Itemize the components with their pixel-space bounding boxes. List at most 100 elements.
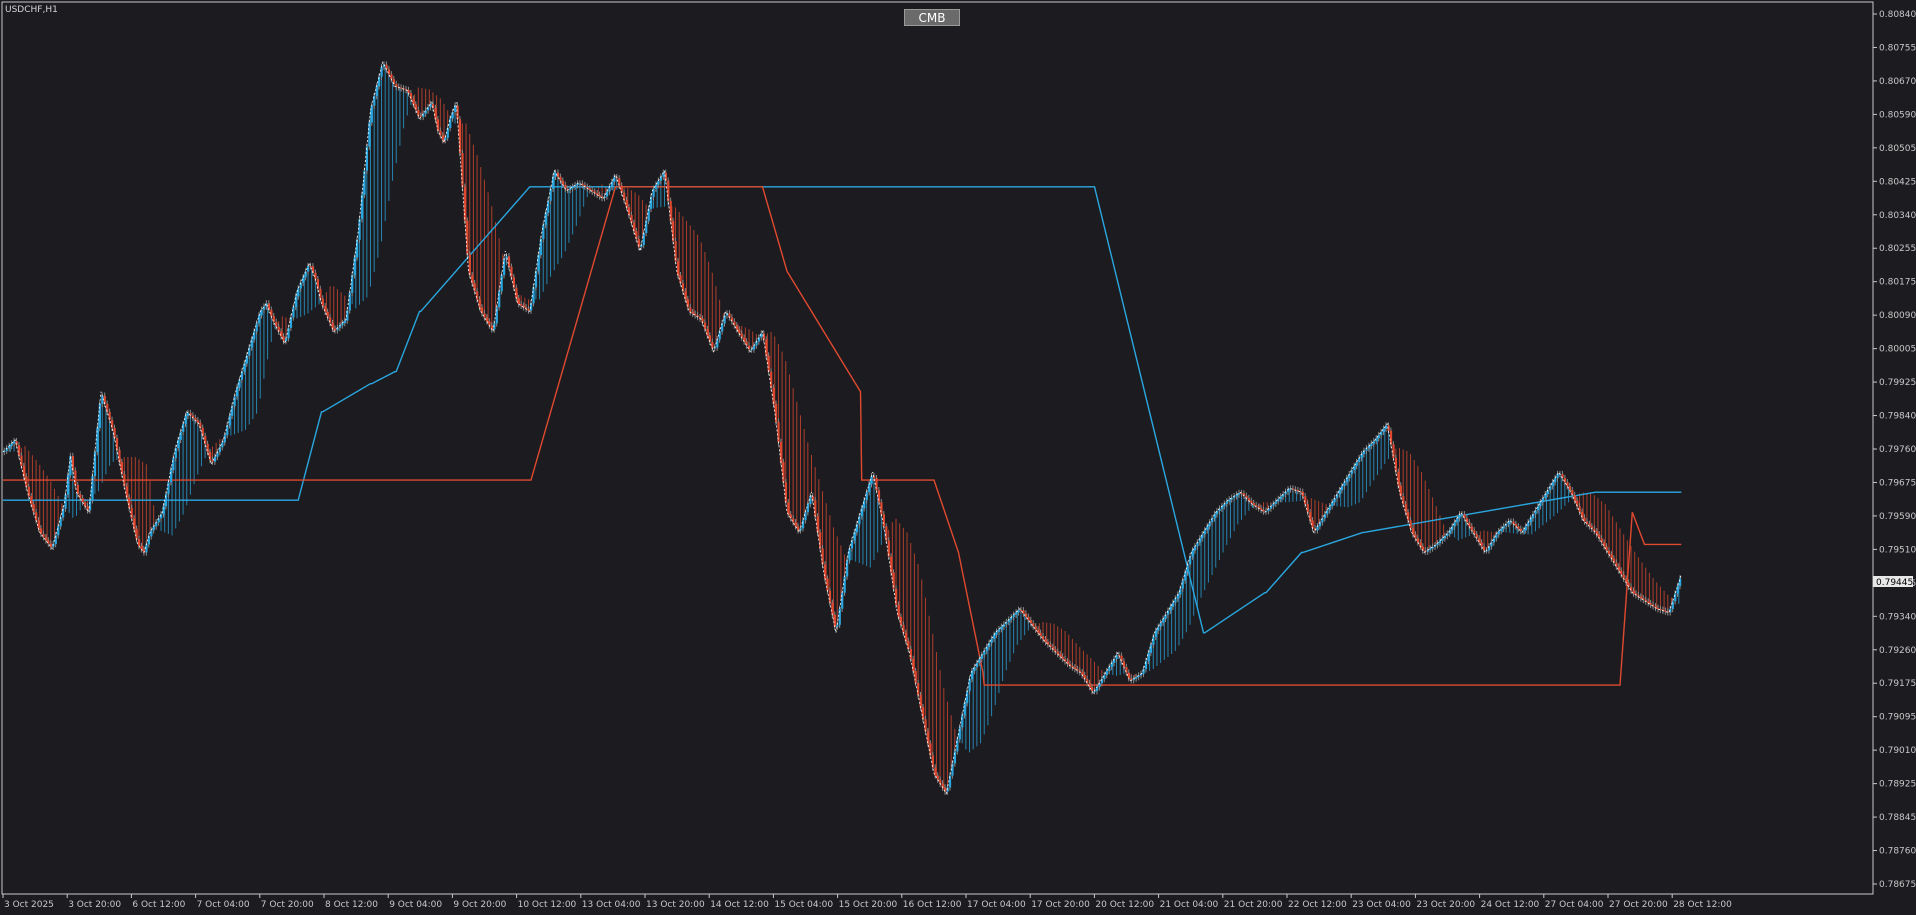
candle-body — [1583, 517, 1586, 522]
candle-body — [356, 239, 359, 258]
candle-body — [831, 602, 834, 615]
x-tick-label: 23 Oct 04:00 — [1352, 900, 1411, 910]
candle-body — [74, 470, 77, 485]
candle-body — [921, 707, 925, 720]
x-tick-label: 27 Oct 20:00 — [1609, 900, 1668, 910]
candle-body — [1277, 499, 1280, 502]
candle-body — [868, 484, 871, 493]
candle-body — [1250, 500, 1253, 504]
x-tick-label: 15 Oct 20:00 — [839, 900, 898, 910]
x-tick-label: 13 Oct 04:00 — [582, 900, 641, 910]
candle-body — [1088, 683, 1091, 688]
candle-body — [703, 322, 707, 330]
candle-body — [517, 298, 520, 305]
candle-body — [1370, 443, 1373, 446]
candle-body — [182, 423, 185, 432]
candle-body — [186, 413, 190, 416]
y-tick-label: 0.79340 — [1879, 612, 1916, 622]
candle-body — [897, 604, 900, 617]
x-tick-label: 7 Oct 20:00 — [261, 900, 314, 910]
candle-body — [1037, 629, 1040, 633]
candle-body — [1456, 518, 1459, 523]
candle-body — [1429, 548, 1432, 551]
candle-body — [1027, 616, 1030, 620]
y-tick-label: 0.80590 — [1879, 110, 1916, 120]
candle-body — [1622, 574, 1625, 579]
candle-body — [35, 512, 38, 521]
candle-body — [128, 497, 131, 508]
candle-body — [233, 396, 236, 407]
current-price-label: 0.79445 — [1873, 576, 1913, 588]
candle-body — [917, 683, 920, 696]
candle-body — [865, 492, 868, 501]
candle-body — [828, 590, 832, 603]
y-tick-label: 0.79840 — [1879, 412, 1916, 422]
candle-body — [1135, 677, 1138, 679]
candle-body — [314, 272, 317, 280]
y-tick-label: 0.79675 — [1879, 478, 1916, 488]
y-tick-label: 0.79510 — [1879, 545, 1916, 555]
candle-body — [1480, 542, 1483, 547]
candle-body — [1394, 458, 1398, 472]
cmb-button[interactable]: CMB — [904, 9, 960, 26]
candle-body — [598, 194, 601, 197]
candle-body — [738, 329, 741, 334]
candle-body — [772, 387, 775, 404]
candle-body — [899, 616, 903, 625]
candle-body — [476, 291, 479, 300]
candle-body — [213, 456, 217, 462]
x-tick-label: 20 Oct 12:00 — [1095, 900, 1154, 910]
candle-body — [995, 631, 998, 635]
y-tick-label: 0.78760 — [1879, 847, 1916, 857]
chart-title: USDCHF,H1 — [5, 5, 58, 15]
candle-body — [963, 703, 966, 716]
candle-body — [49, 543, 52, 547]
candle-body — [32, 504, 35, 513]
candle-body — [958, 727, 961, 740]
candle-body — [169, 470, 173, 483]
candle-body — [1551, 482, 1554, 487]
y-tick-label: 0.79095 — [1879, 713, 1916, 723]
candle-body — [1306, 504, 1309, 513]
candle-body — [765, 339, 768, 356]
x-tick-label: 28 Oct 12:00 — [1673, 900, 1732, 910]
candle-body — [150, 530, 153, 537]
candle-body — [669, 200, 672, 221]
x-tick-label: 21 Oct 04:00 — [1160, 900, 1219, 910]
candle-body — [1679, 578, 1682, 587]
candle-body — [488, 321, 491, 326]
candle-body — [1389, 430, 1393, 445]
candle-body — [676, 261, 680, 276]
candle-body — [882, 514, 885, 527]
candle-body — [79, 494, 82, 499]
candle-body — [483, 313, 486, 318]
candle-body — [1524, 526, 1527, 531]
candle-body — [1252, 503, 1255, 506]
y-tick-label: 0.80340 — [1879, 211, 1916, 221]
candle-body — [81, 498, 84, 503]
candle-body — [468, 254, 471, 276]
candle-body — [88, 500, 92, 511]
candle-body — [255, 323, 258, 332]
candle-body — [814, 500, 817, 517]
candle-body — [485, 317, 489, 322]
candle-body — [1605, 546, 1608, 551]
candle-body — [118, 450, 121, 463]
candle-body — [914, 671, 917, 684]
candle-body — [400, 87, 403, 89]
candle-body — [1676, 586, 1679, 594]
candle-body — [642, 233, 645, 246]
candle-body — [1409, 520, 1412, 529]
candle-body — [115, 437, 119, 451]
candle-body — [1171, 602, 1175, 607]
candle-body — [253, 331, 256, 340]
candle-body — [235, 387, 239, 397]
candle-body — [1377, 435, 1380, 439]
candle-body — [848, 548, 851, 561]
candle-body — [672, 220, 675, 242]
candle-body — [544, 212, 547, 225]
price-chart[interactable]: 0.80840 0.80755 0.80670 0.80590 0.80505 0.804… — [0, 0, 1916, 915]
candle-body — [436, 119, 440, 131]
candle-body — [1034, 626, 1037, 630]
current-price-text: 0.79445 — [1876, 578, 1913, 588]
